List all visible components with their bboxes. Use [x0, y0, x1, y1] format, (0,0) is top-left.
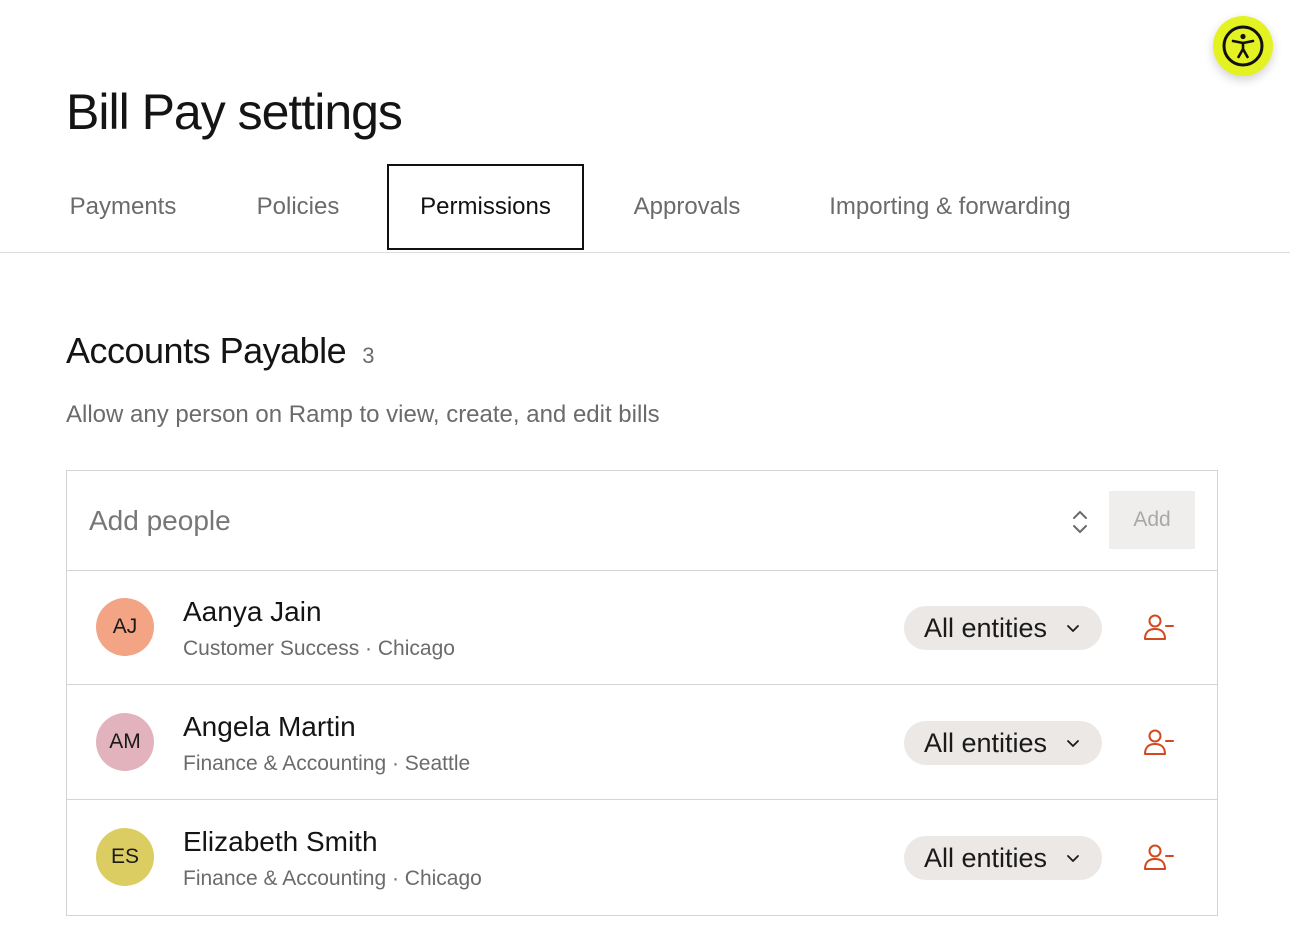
section-description: Allow any person on Ramp to view, create…: [66, 401, 660, 428]
tab-importing-forwarding[interactable]: Importing & forwarding: [817, 164, 1083, 250]
avatar: AM: [96, 713, 154, 771]
remove-user-icon[interactable]: [1143, 842, 1175, 872]
entities-label: All entities: [924, 727, 1048, 758]
entities-label: All entities: [924, 612, 1048, 643]
page-title: Bill Pay settings: [66, 84, 403, 140]
person-row: AM Angela Martin Finance & Accounting · …: [67, 685, 1217, 800]
section-header: Accounts Payable 3: [66, 330, 374, 372]
person-meta: Customer Success · Chicago: [183, 637, 455, 660]
accessibility-icon: [1222, 25, 1264, 67]
person-row: ES Elizabeth Smith Finance & Accounting …: [67, 800, 1217, 915]
person-name: Angela Martin: [183, 711, 356, 742]
updown-chevron-icon[interactable]: [1071, 509, 1089, 535]
remove-user-icon[interactable]: [1143, 612, 1175, 642]
accounts-payable-panel: Add AJ Aanya Jain Customer Success · Chi…: [66, 470, 1218, 916]
section-title: Accounts Payable: [66, 330, 347, 371]
entities-dropdown[interactable]: All entities: [904, 836, 1102, 880]
chevron-down-icon: [1067, 740, 1079, 747]
avatar: ES: [96, 828, 154, 886]
entities-label: All entities: [924, 842, 1048, 873]
add-button[interactable]: Add: [1109, 491, 1195, 549]
person-name: Aanya Jain: [183, 596, 322, 627]
member-count: 3: [362, 343, 375, 368]
person-name: Elizabeth Smith: [183, 826, 378, 857]
add-people-row: Add: [67, 471, 1217, 571]
avatar: AJ: [96, 598, 154, 656]
add-people-input[interactable]: [89, 501, 1069, 541]
tab-approvals[interactable]: Approvals: [627, 164, 747, 250]
entities-dropdown[interactable]: All entities: [904, 721, 1102, 765]
person-meta: Finance & Accounting · Seattle: [183, 752, 471, 775]
person-row: AJ Aanya Jain Customer Success · Chicago…: [67, 570, 1217, 685]
chevron-down-icon: [1067, 625, 1079, 632]
tab-policies[interactable]: Policies: [252, 164, 344, 250]
chevron-down-icon: [1067, 855, 1079, 862]
person-meta: Finance & Accounting · Chicago: [183, 867, 482, 890]
accessibility-button[interactable]: [1213, 16, 1273, 76]
tab-permissions[interactable]: Permissions: [387, 164, 584, 250]
entities-dropdown[interactable]: All entities: [904, 606, 1102, 650]
tab-payments[interactable]: Payments: [66, 164, 180, 250]
settings-tabs: Payments Policies Permissions Approvals …: [0, 164, 1290, 253]
remove-user-icon[interactable]: [1143, 727, 1175, 757]
